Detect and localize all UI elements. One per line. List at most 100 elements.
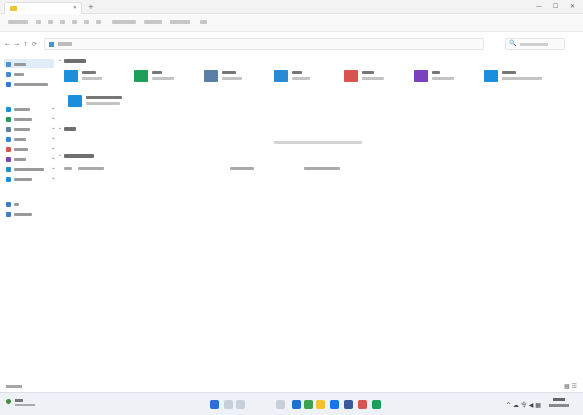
- folder-subtitle: [292, 77, 310, 80]
- sort-button[interactable]: [112, 20, 136, 24]
- edge-icon[interactable]: [292, 400, 301, 409]
- folder-name: [222, 71, 236, 74]
- app-icon-green[interactable]: [304, 400, 313, 409]
- recent-files-heading: [64, 154, 94, 158]
- chevron-down-icon[interactable]: ⌄: [58, 125, 62, 131]
- home-icon: [6, 62, 11, 67]
- sidebar-item-label: [14, 148, 28, 151]
- app-icon-teal[interactable]: [372, 400, 381, 409]
- sidebar-item-label: [14, 213, 32, 216]
- folder-music[interactable]: [344, 68, 414, 88]
- cut-icon[interactable]: [36, 20, 41, 24]
- task-view-icon[interactable]: [236, 400, 245, 409]
- address-field[interactable]: [44, 38, 484, 50]
- search-field[interactable]: 🔍: [505, 38, 565, 50]
- column-location[interactable]: [304, 167, 340, 170]
- forward-button[interactable]: →: [14, 41, 19, 48]
- weather-widget[interactable]: [15, 399, 37, 406]
- up-button[interactable]: ↑: [23, 41, 28, 48]
- folder-subtitle: [222, 77, 242, 80]
- maximize-button[interactable]: ☐: [553, 3, 558, 10]
- cloud-icon: [6, 82, 11, 87]
- clock[interactable]: [549, 398, 571, 410]
- column-name[interactable]: [78, 167, 104, 170]
- quick-access-heading: [64, 59, 86, 63]
- refresh-button[interactable]: ⟳: [32, 41, 37, 48]
- delete-icon[interactable]: [96, 20, 101, 24]
- folder-documents[interactable]: [204, 68, 274, 88]
- status-bar: ▦ ☰: [0, 381, 583, 392]
- sidebar-item-label: [14, 203, 19, 206]
- folder-icon: [6, 177, 11, 182]
- sidebar-item-label: [14, 128, 30, 131]
- chevron-down-icon[interactable]: ⌄: [58, 57, 62, 63]
- sidebar-item-label: [14, 108, 30, 111]
- view-button[interactable]: [144, 20, 162, 24]
- folder-pictures[interactable]: [274, 68, 344, 88]
- folder-pinned-1[interactable]: [484, 68, 554, 88]
- computer-icon: [6, 202, 11, 207]
- pin-icon: ⌖: [52, 116, 55, 122]
- back-button[interactable]: ←: [5, 41, 10, 48]
- navigation-pane: ⌖ ⌖ ⌖ ⌖ ⌖ ⌖ ⌖ ⌖: [0, 56, 56, 381]
- sidebar-item-label: [14, 83, 48, 86]
- minimize-button[interactable]: —: [536, 3, 542, 10]
- chevron-down-icon[interactable]: ⌄: [58, 152, 62, 158]
- folder-desktop[interactable]: [64, 68, 134, 88]
- sidebar-item-label: [14, 138, 26, 141]
- explorer-tab[interactable]: ✕: [4, 2, 82, 14]
- network-icon: [6, 212, 11, 217]
- start-icon[interactable]: [210, 400, 219, 409]
- sidebar-item-label: [14, 158, 26, 161]
- system-tray-icons[interactable]: ^ ☁ 令 ◀ ▦: [506, 400, 541, 409]
- rename-icon[interactable]: [72, 20, 77, 24]
- close-tab-icon[interactable]: ✕: [73, 5, 77, 11]
- gallery-icon: [6, 72, 11, 77]
- recent-file-icon: [64, 167, 72, 170]
- command-bar: [0, 14, 583, 32]
- app-icon-blue[interactable]: [344, 400, 353, 409]
- content-pane: ⌄ ⌄ ⌄: [58, 56, 583, 381]
- desktop-folder-icon: [64, 70, 78, 82]
- folder-name: [432, 71, 440, 74]
- view-toggle-icons[interactable]: ▦ ☰: [564, 383, 577, 390]
- search-icon: 🔍: [509, 40, 517, 47]
- filter-button[interactable]: [170, 20, 190, 24]
- new-button[interactable]: [8, 20, 28, 24]
- folder-name: [86, 96, 122, 99]
- new-tab-button[interactable]: +: [88, 3, 94, 11]
- home-icon: [49, 42, 54, 47]
- folder-name: [292, 71, 302, 74]
- search-taskbar-icon[interactable]: [224, 400, 233, 409]
- file-explorer-icon[interactable]: [316, 400, 325, 409]
- address-text: [58, 42, 72, 46]
- documents-folder-icon: [204, 70, 218, 82]
- pin-icon: ⌖: [52, 176, 55, 182]
- clock-date: [549, 404, 569, 407]
- title-bar: ✕ + — ☐ ✕: [0, 0, 583, 14]
- sidebar-item-label: [14, 63, 26, 66]
- folder-downloads[interactable]: [134, 68, 204, 88]
- pin-icon: ⌖: [52, 156, 55, 162]
- copy-icon[interactable]: [48, 20, 53, 24]
- clock-time: [553, 398, 565, 401]
- paste-icon[interactable]: [60, 20, 65, 24]
- close-window-button[interactable]: ✕: [570, 3, 575, 10]
- folder-pinned-2[interactable]: [68, 93, 138, 113]
- weather-temperature: [15, 399, 23, 402]
- pin-icon: ⌖: [52, 126, 55, 132]
- share-icon[interactable]: [84, 20, 89, 24]
- more-options-icon[interactable]: [200, 20, 207, 24]
- search-placeholder: [520, 43, 548, 46]
- videos-folder-icon: [414, 70, 428, 82]
- column-date[interactable]: [230, 167, 254, 170]
- folder-subtitle: [152, 77, 174, 80]
- weather-icon[interactable]: [6, 399, 11, 404]
- app-icon-red[interactable]: [358, 400, 367, 409]
- widgets-icon[interactable]: [276, 400, 285, 409]
- pin-icon: ⌖: [52, 146, 55, 152]
- store-icon[interactable]: [330, 400, 339, 409]
- taskbar: ^ ☁ 令 ◀ ▦: [0, 392, 583, 415]
- folder-subtitle: [432, 77, 454, 80]
- folder-videos[interactable]: [414, 68, 484, 88]
